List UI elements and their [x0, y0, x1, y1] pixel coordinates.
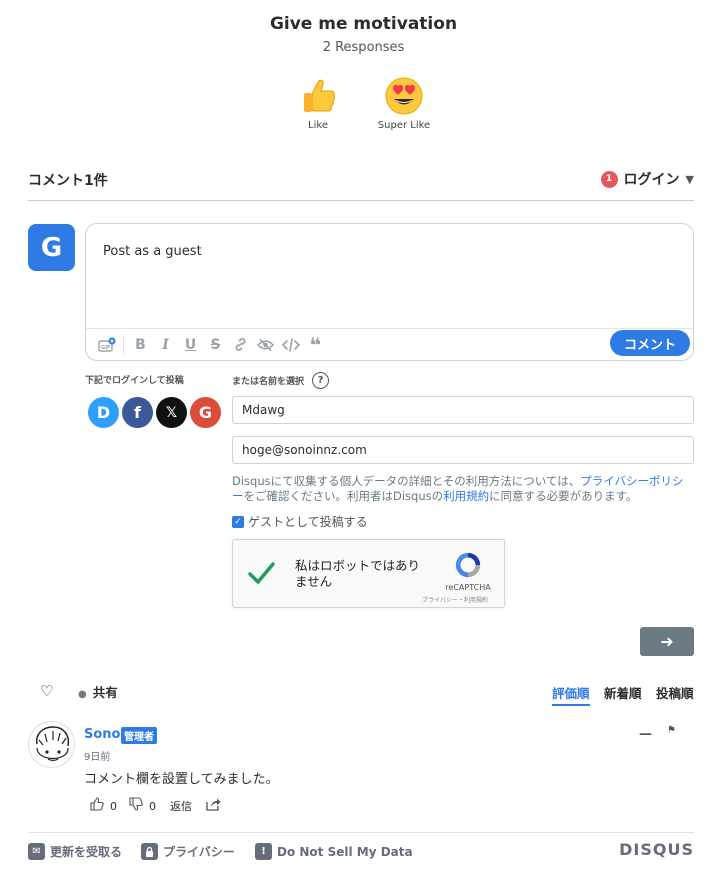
sort-newest[interactable]: 新着順 — [604, 683, 642, 702]
thread-title: Give me motivation — [269, 14, 458, 34]
privacy-label: プライバシー — [163, 845, 235, 859]
spoiler-icon[interactable] — [253, 335, 278, 355]
reaction-label: Like — [308, 120, 328, 131]
share-comment-icon[interactable] — [206, 797, 221, 815]
guest-avatar: G — [28, 224, 75, 271]
guest-checkbox[interactable]: ✓ — [232, 515, 244, 528]
heart-eyes-emoji-icon — [385, 77, 423, 115]
lock-icon — [141, 843, 158, 860]
google-login-button[interactable]: G — [190, 397, 221, 428]
terms-link[interactable]: 利用規約 — [443, 489, 489, 503]
privacy-notice: Disqusにて収集する個人データの詳細とその利用方法については、プライバシーポ… — [232, 474, 694, 504]
sort-oldest[interactable]: 投稿順 — [656, 683, 694, 702]
flag-icon[interactable]: ⚑ — [667, 725, 676, 736]
do-not-sell-link[interactable]: ! Do Not Sell My Data — [255, 843, 413, 860]
svg-text:GIF: GIF — [101, 345, 110, 351]
recaptcha-checkmark-icon[interactable] — [247, 559, 275, 587]
do-not-sell-label: Do Not Sell My Data — [277, 844, 413, 859]
guest-name-heading: または名前を選択 ? — [232, 372, 330, 389]
thumbs-up-emoji-icon — [304, 79, 335, 112]
caret-down-icon: ▼ — [685, 172, 694, 186]
divider — [28, 200, 694, 201]
recaptcha-logo-icon — [455, 552, 481, 578]
disqus-logo[interactable]: DISQUS — [619, 840, 694, 859]
avatar[interactable] — [28, 721, 75, 768]
help-icon[interactable]: ? — [312, 372, 330, 389]
recaptcha-label: 私はロボットではありません — [295, 558, 421, 589]
recaptcha-widget: 私はロボットではありません reCAPTCHA プライバシー・利用規約 — [232, 539, 505, 608]
editor-toolbar: GIF B I U S ❝ コメント — [86, 328, 693, 360]
gif-icon[interactable]: GIF — [94, 335, 119, 355]
notice-text: Disqusにて収集する個人データの詳細とその利用方法については、 — [232, 474, 581, 488]
underline-icon[interactable]: U — [178, 335, 203, 355]
quote-icon[interactable]: ❝ — [303, 333, 328, 357]
comment-timestamp[interactable]: 9日前 — [84, 748, 110, 763]
x-login-button[interactable]: 𝕏 — [156, 397, 187, 428]
share-label: 共有 — [92, 685, 118, 700]
or-name-label: または名前を選択 — [232, 377, 305, 387]
code-icon[interactable] — [278, 335, 303, 355]
responses-count: 2 Responses — [322, 40, 405, 55]
divider — [28, 832, 694, 833]
notice-text: に同意する必要があります。 — [489, 489, 638, 503]
login-menu[interactable]: 1 ログイン ▼ — [600, 169, 694, 189]
favorite-heart-icon[interactable]: ♡ — [40, 682, 53, 700]
guest-checkbox-row[interactable]: ✓ ゲストとして投稿する — [232, 513, 368, 530]
facebook-login-button[interactable]: f — [122, 397, 153, 428]
notification-badge: 1 — [600, 170, 618, 188]
reaction-like[interactable]: Like — [278, 76, 358, 131]
guest-checkbox-label: ゲストとして投稿する — [248, 515, 368, 529]
link-icon[interactable] — [228, 335, 253, 355]
collapse-icon[interactable]: — — [639, 727, 652, 742]
comment-editor[interactable]: Post as a guest GIF B I U S ❝ コメント — [85, 223, 694, 361]
alert-icon: ! — [255, 843, 272, 860]
reply-button[interactable]: 返信 — [170, 798, 192, 814]
reaction-label: Super Like — [377, 120, 431, 131]
comment-author[interactable]: Sono — [84, 727, 120, 742]
strikethrough-icon[interactable]: S — [203, 335, 228, 355]
comment-count: コメント1件 — [28, 173, 108, 189]
upvote-count: 0 — [110, 799, 117, 813]
sort-best[interactable]: 評価順 — [552, 683, 590, 706]
moderator-badge: 管理者 — [121, 727, 157, 744]
bullet-icon: ● — [78, 689, 87, 700]
toolbar-separator — [123, 334, 124, 355]
notice-text: をご確認ください。利用者はDisqusの — [243, 489, 444, 503]
comment-placeholder: Post as a guest — [103, 244, 202, 259]
upvote-icon[interactable] — [90, 797, 104, 815]
downvote-count: 0 — [149, 799, 156, 813]
login-with-label: 下記でログインして投稿 — [85, 376, 184, 386]
privacy-link[interactable]: プライバシー — [141, 843, 235, 860]
recaptcha-brand: reCAPTCHA — [445, 583, 491, 592]
share-button[interactable]: ● 共有 — [78, 682, 118, 701]
reaction-super-like[interactable]: Super Like — [364, 76, 444, 131]
subscribe-link[interactable]: ✉ 更新を受取る — [28, 843, 122, 860]
downvote-icon[interactable] — [129, 797, 143, 815]
comment-actions: 0 0 返信 — [90, 797, 221, 815]
disqus-login-button[interactable]: D — [88, 397, 119, 428]
comment-submit-button[interactable]: コメント — [610, 330, 690, 356]
login-label: ログイン — [623, 172, 680, 188]
submit-arrow-button[interactable]: ➜ — [640, 627, 694, 656]
recaptcha-terms[interactable]: プライバシー・利用規約 — [410, 595, 500, 604]
italic-icon[interactable]: I — [153, 335, 178, 355]
subscribe-label: 更新を受取る — [50, 845, 123, 859]
bold-icon[interactable]: B — [128, 335, 153, 355]
name-input[interactable]: Mdawg — [232, 396, 694, 424]
mail-icon: ✉ — [28, 843, 45, 860]
email-input[interactable]: hoge@sonoinnz.com — [232, 436, 694, 464]
comment-body: コメント欄を設置してみました。 — [84, 772, 279, 787]
